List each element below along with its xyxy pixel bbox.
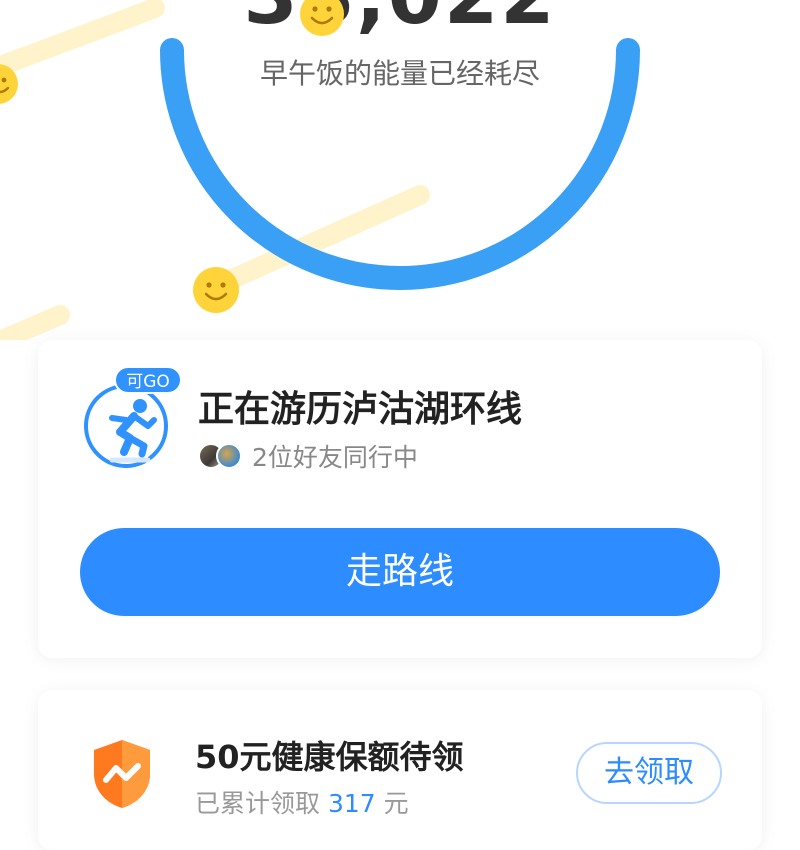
health-sub-prefix: 已累计领取 — [195, 789, 321, 818]
avatar — [216, 443, 242, 469]
shield-icon — [94, 740, 150, 808]
running-man-icon — [84, 384, 168, 468]
smiley-layer — [0, 0, 344, 313]
claim-button[interactable]: 去领取 — [576, 742, 722, 804]
health-subtitle: 已累计领取 317 元 — [195, 784, 409, 820]
step-hero: 38,022 早午饭的能量已经耗尽 — [0, 0, 800, 340]
friends-row[interactable]: 2位好友同行中 — [198, 438, 418, 474]
health-card[interactable]: 50元健康保额待领 已累计领取 317 元 去领取 — [38, 690, 762, 850]
health-title: 50元健康保额待领 — [195, 738, 464, 776]
smiley-icon — [0, 64, 18, 104]
friends-count-text: 2位好友同行中 — [252, 443, 418, 472]
smiley-icon — [193, 267, 239, 313]
go-badge: 可GO — [114, 366, 182, 394]
route-title: 正在游历泸沽湖环线 — [198, 389, 523, 430]
walk-route-button[interactable]: 走路线 — [80, 528, 720, 616]
health-sub-amount: 317 — [327, 789, 376, 818]
smiley-icon — [300, 0, 344, 36]
health-sub-suffix: 元 — [383, 789, 409, 818]
